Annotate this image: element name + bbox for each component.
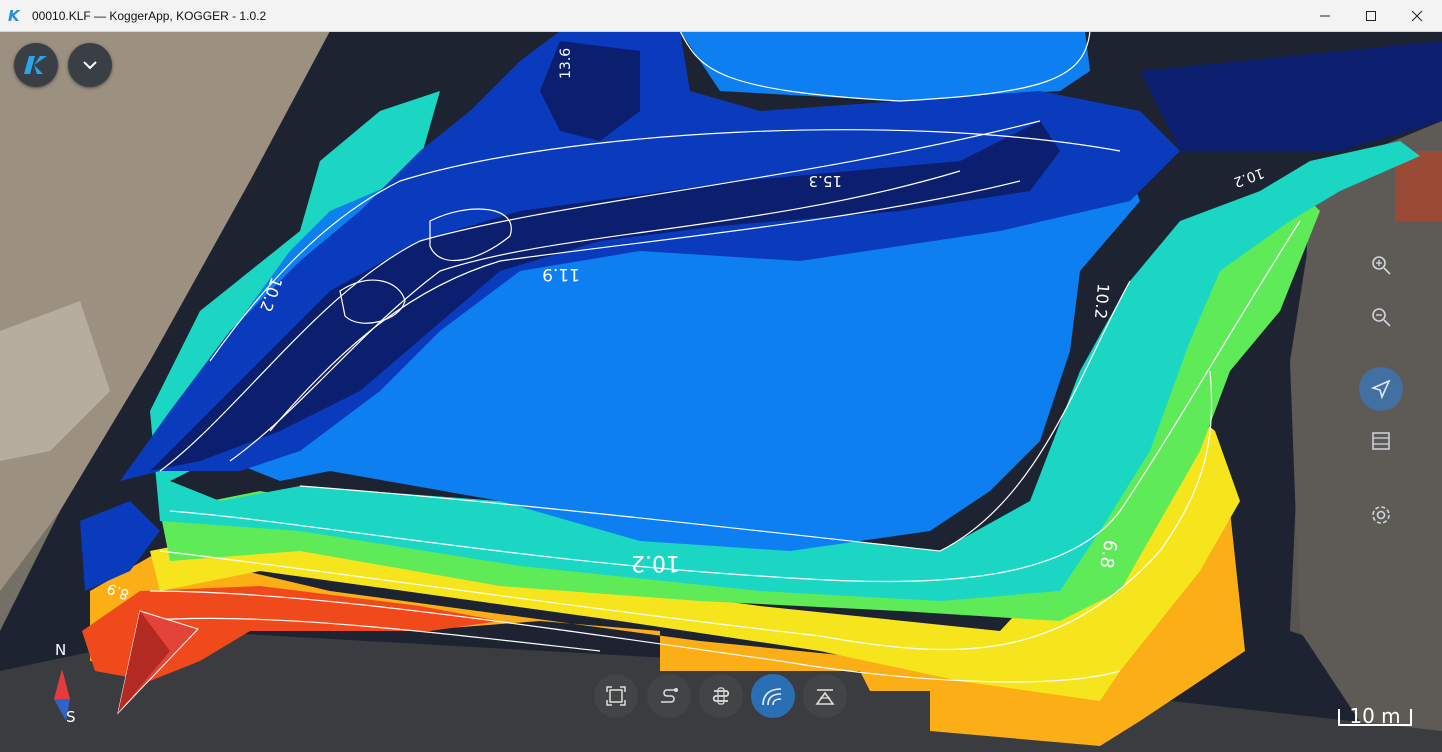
menu-toggle-button[interactable] — [68, 43, 112, 87]
depth-zone-top-blue — [680, 31, 1090, 101]
boat-track-button[interactable] — [699, 674, 743, 718]
zoom-out-icon — [1372, 308, 1391, 327]
navigation-arrow-icon — [1370, 379, 1391, 400]
close-icon — [1411, 10, 1423, 21]
compass-north-label: N — [55, 641, 67, 659]
compass-south-label: S — [66, 708, 76, 726]
depth-label: 10.2 — [631, 550, 680, 575]
gear-icon — [1372, 506, 1390, 524]
window-title: 00010.KLF — KoggerApp, KOGGER - 1.0.2 — [32, 8, 267, 23]
fit-view-button[interactable] — [594, 674, 638, 718]
kogger-logo-button[interactable] — [14, 43, 58, 87]
app-window: K 00010.KLF — KoggerApp, KOGGER - 1.0.2 — [0, 0, 1442, 752]
zoom-in-button[interactable] — [1367, 251, 1395, 279]
fit-view-icon — [606, 686, 626, 706]
bathymetry-scene[interactable]: 13.6 15.3 10.2 11.9 10.2 10.2 10.2 8.9 6… — [0, 31, 1442, 752]
depth-label: 13.6 — [558, 48, 574, 79]
track-path-icon — [661, 688, 678, 703]
depth-label: 10.2 — [1091, 283, 1113, 320]
app-logo-icon: K — [8, 6, 20, 25]
close-button[interactable] — [1394, 0, 1440, 31]
ruler-button[interactable] — [1367, 427, 1395, 455]
track-path-button[interactable] — [647, 674, 691, 718]
navigation-button[interactable] — [1359, 367, 1403, 411]
chevron-down-icon — [83, 61, 97, 70]
surface-icon — [815, 689, 835, 705]
minimize-icon — [1320, 15, 1330, 16]
title-bar: K 00010.KLF — KoggerApp, KOGGER - 1.0.2 — [0, 0, 1442, 32]
bottom-track-button[interactable] — [751, 674, 795, 718]
bottom-track-icon — [762, 688, 782, 706]
scale-label: 10 m — [1349, 704, 1401, 728]
surface-button[interactable] — [803, 674, 847, 718]
settings-button[interactable] — [1367, 501, 1395, 529]
minimize-button[interactable] — [1302, 0, 1348, 31]
zoom-out-button[interactable] — [1367, 303, 1395, 331]
depth-label: 11.9 — [542, 264, 580, 284]
boat-track-icon — [712, 687, 730, 705]
map-viewport[interactable]: 13.6 15.3 10.2 11.9 10.2 10.2 10.2 8.9 6… — [0, 31, 1442, 752]
kogger-logo-icon — [24, 56, 47, 74]
depth-label: 15.3 — [809, 172, 842, 190]
zoom-in-icon — [1372, 256, 1391, 275]
ruler-icon — [1372, 432, 1390, 450]
maximize-icon — [1366, 10, 1376, 21]
maximize-button[interactable] — [1348, 0, 1394, 31]
